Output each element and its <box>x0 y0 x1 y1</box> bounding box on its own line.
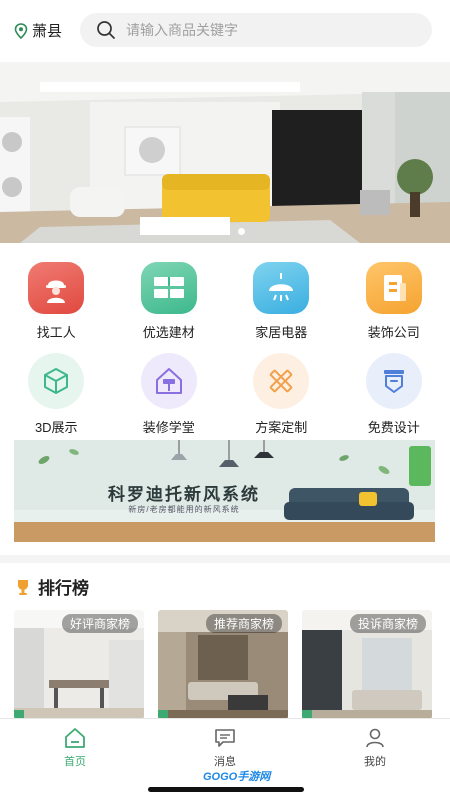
ranking-title: 排行榜 <box>38 579 89 598</box>
tab-label: 我的 <box>364 756 386 768</box>
category-label: 方案定制 <box>255 420 308 435</box>
ranking-header: 排行榜 <box>14 574 89 599</box>
category-decoration-company[interactable]: 装饰公司 <box>338 262 450 341</box>
category-label: 找工人 <box>36 325 76 340</box>
ranking-card-tag: 推荐商家榜 <box>205 614 282 633</box>
carousel-dots <box>190 228 245 235</box>
category-find-worker[interactable]: 找工人 <box>0 262 113 341</box>
ranking-card-tag: 投诉商家榜 <box>349 614 426 633</box>
paint-roller-icon <box>140 353 197 409</box>
carousel-dot-active[interactable] <box>238 228 245 235</box>
search-input[interactable] <box>126 22 406 38</box>
message-icon <box>215 729 235 747</box>
category-label: 家居电器 <box>255 325 308 340</box>
ranking-card-complaint[interactable]: 投诉商家榜 <box>302 610 432 720</box>
home-icon <box>65 728 85 748</box>
ranking-card-recommended[interactable]: 推荐商家榜 <box>158 610 288 720</box>
section-divider <box>0 555 450 563</box>
carousel-dot[interactable] <box>222 228 229 235</box>
building-icon <box>365 262 422 314</box>
lamp-icon <box>253 262 310 314</box>
category-label: 优选建材 <box>142 325 195 340</box>
category-grid: 找工人 优选建材 家居电器 装饰公司 3D展示 装修学堂 方案定制 免费设计 <box>0 262 450 436</box>
category-label: 免费设计 <box>367 420 420 435</box>
category-label: 装修学堂 <box>142 420 195 435</box>
category-3d-display[interactable]: 3D展示 <box>0 353 113 436</box>
category-label: 装饰公司 <box>367 325 420 340</box>
home-indicator <box>148 787 304 792</box>
ranking-cards: 好评商家榜 推荐商家榜 投诉商家榜 <box>14 610 450 720</box>
ruler-pencil-icon <box>253 353 310 409</box>
banner-carousel[interactable] <box>0 62 450 243</box>
worker-icon <box>28 262 85 314</box>
design-badge-icon <box>365 353 422 409</box>
category-building-materials[interactable]: 优选建材 <box>113 262 226 341</box>
cube-icon <box>28 353 85 409</box>
trophy-icon <box>18 579 28 595</box>
top-bar: 萧县 <box>0 0 450 62</box>
category-custom-plan[interactable]: 方案定制 <box>225 353 338 436</box>
tab-messages[interactable]: 消息 <box>180 727 270 769</box>
watermark: GOGO手游网 <box>203 771 271 783</box>
tab-label: 消息 <box>214 756 236 768</box>
ad-subtitle: 新房/老房都能用的新风系统 <box>128 505 240 514</box>
ad-banner[interactable]: 科罗迪托新风系统 新房/老房都能用的新风系统 <box>14 440 435 542</box>
tab-profile[interactable]: 我的 <box>330 727 420 769</box>
category-home-appliances[interactable]: 家居电器 <box>225 262 338 341</box>
location-selector[interactable]: 萧县 <box>14 20 62 41</box>
ranking-card-positive[interactable]: 好评商家榜 <box>14 610 144 720</box>
category-label: 3D展示 <box>34 420 78 435</box>
ranking-card-tag: 好评商家榜 <box>61 614 138 633</box>
category-decoration-school[interactable]: 装修学堂 <box>113 353 226 436</box>
bricks-icon <box>140 262 197 314</box>
carousel-dot[interactable] <box>206 228 213 235</box>
tab-label: 首页 <box>64 756 86 768</box>
category-free-design[interactable]: 免费设计 <box>338 353 450 436</box>
location-pin-icon <box>14 22 28 39</box>
search-icon <box>97 21 115 39</box>
search-bar[interactable] <box>80 13 432 47</box>
location-label: 萧县 <box>32 23 63 40</box>
ad-title: 科罗迪托新风系统 <box>108 485 260 504</box>
user-icon <box>366 728 384 748</box>
tab-home[interactable]: 首页 <box>30 727 120 769</box>
carousel-dot[interactable] <box>190 228 197 235</box>
banner-image <box>0 62 450 243</box>
